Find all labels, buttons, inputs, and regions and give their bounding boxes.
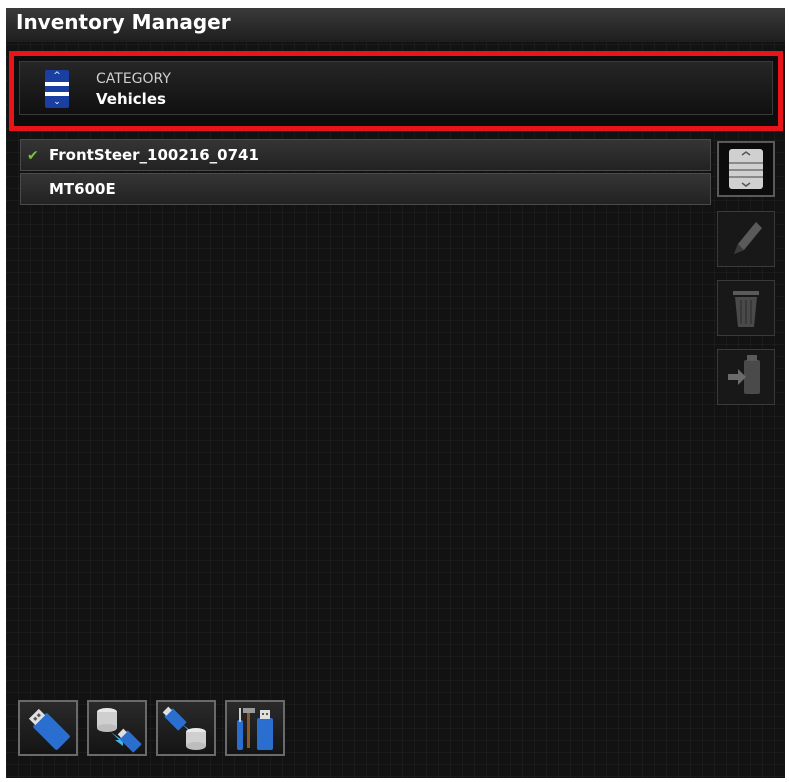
- delete-button[interactable]: [717, 280, 775, 336]
- scroll-icon: [729, 149, 763, 189]
- list-item-label: MT600E: [49, 180, 116, 198]
- category-selector[interactable]: ^ ⌄ CATEGORY Vehicles: [19, 61, 773, 115]
- check-icon: ✔: [27, 148, 39, 164]
- page-title: Inventory Manager: [16, 10, 231, 34]
- usb-to-database-icon: [162, 706, 206, 750]
- tools-usb-button[interactable]: [225, 700, 285, 756]
- tools-usb-icon: [237, 708, 273, 750]
- usb-button[interactable]: [18, 700, 78, 756]
- inventory-list: ✔ FrontSteer_100216_0741 MT600E: [20, 139, 711, 207]
- export-usb-button[interactable]: [717, 349, 775, 405]
- usb-to-database-button[interactable]: [156, 700, 216, 756]
- category-scroll-icon: ^ ⌄: [45, 70, 69, 108]
- usb-icon: [28, 708, 70, 750]
- trash-icon: [733, 291, 759, 327]
- list-item[interactable]: ✔ FrontSteer_100216_0741: [20, 139, 711, 171]
- highlight-frame: ^ ⌄ CATEGORY Vehicles: [9, 51, 783, 131]
- edit-button[interactable]: [717, 211, 775, 267]
- usb-export-icon: [728, 355, 760, 394]
- list-item-label: FrontSteer_100216_0741: [49, 146, 259, 164]
- database-to-usb-button[interactable]: [87, 700, 147, 756]
- category-value: Vehicles: [96, 90, 166, 108]
- database-to-usb-icon: [97, 708, 142, 753]
- inventory-manager-window: Inventory Manager ^ ⌄ CATEGORY Vehicles …: [6, 8, 785, 778]
- category-label: CATEGORY: [96, 71, 171, 87]
- title-bar: Inventory Manager: [6, 8, 785, 42]
- pencil-icon: [734, 222, 762, 254]
- scroll-list-button[interactable]: [717, 141, 775, 197]
- list-item[interactable]: MT600E: [20, 173, 711, 205]
